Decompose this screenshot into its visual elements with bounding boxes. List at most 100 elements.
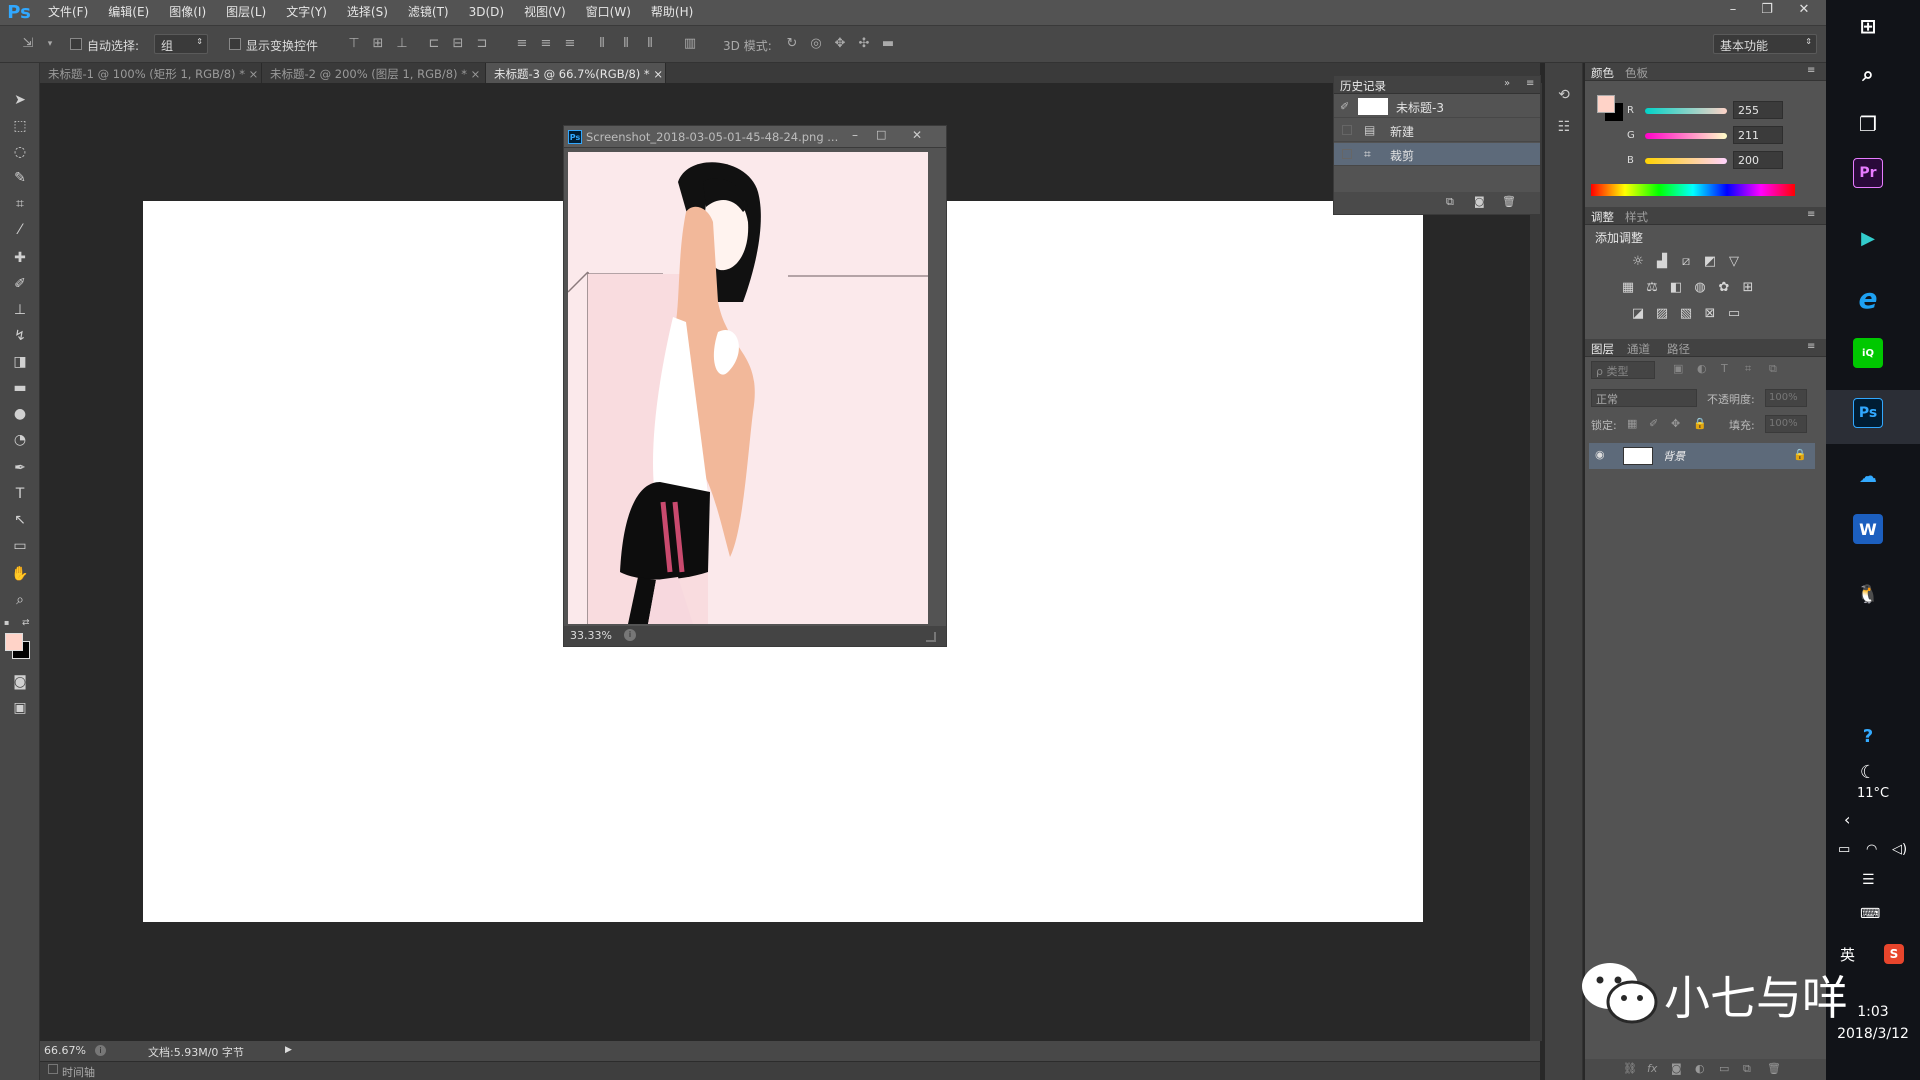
curves-icon[interactable]: ⧄ xyxy=(1677,253,1695,271)
camera-icon[interactable]: ◙ xyxy=(1474,195,1485,208)
levels-icon[interactable]: ▟ xyxy=(1653,253,1671,271)
move-tool-icon[interactable]: ➤ xyxy=(8,89,32,111)
windows-start-icon[interactable]: ⊞ xyxy=(1848,6,1888,46)
dodge-tool-icon[interactable]: ◔ xyxy=(8,429,32,451)
photo-filter-icon[interactable]: ◍ xyxy=(1691,279,1709,297)
filter-shape-icon[interactable]: ⌗ xyxy=(1745,362,1751,376)
invert-icon[interactable]: ◪ xyxy=(1629,305,1647,323)
menu-3d[interactable]: 3D(D) xyxy=(459,0,514,25)
filter-pixel-icon[interactable]: ▣ xyxy=(1673,362,1683,375)
vibrance-icon[interactable]: ▽ xyxy=(1725,253,1743,271)
word-app-icon[interactable]: W xyxy=(1853,514,1883,544)
brightness-icon[interactable]: ☼ xyxy=(1629,253,1647,271)
clock-date[interactable]: 2018/3/12 xyxy=(1826,1026,1920,1042)
photoshop-app-icon[interactable]: Ps xyxy=(1853,398,1883,428)
slide-3d-icon[interactable]: ✣ xyxy=(856,36,872,52)
vertical-scrollbar[interactable] xyxy=(1530,83,1542,1041)
color-balance-icon[interactable]: ⚖ xyxy=(1643,279,1661,297)
wifi-icon[interactable]: ◠ xyxy=(1866,842,1877,857)
search-icon[interactable]: ⌕ xyxy=(1848,54,1888,94)
battery-icon[interactable]: ▭ xyxy=(1838,842,1850,857)
color-spectrum-bar[interactable] xyxy=(1591,184,1795,196)
close-icon[interactable]: × xyxy=(249,67,259,81)
task-view-icon[interactable]: ❐ xyxy=(1848,104,1888,144)
new-layer-icon[interactable]: ⧉ xyxy=(1743,1062,1751,1076)
exposure-icon[interactable]: ◩ xyxy=(1701,253,1719,271)
color-lookup-icon[interactable]: ⊞ xyxy=(1739,279,1757,297)
minimize-button[interactable]: – xyxy=(1716,0,1750,18)
tab-color[interactable]: 颜色 xyxy=(1591,65,1614,81)
eraser-tool-icon[interactable]: ◨ xyxy=(8,351,32,373)
hue-saturation-icon[interactable]: ▦ xyxy=(1619,279,1637,297)
channel-b-value[interactable]: 200 xyxy=(1733,151,1783,169)
opacity-input[interactable]: 100% xyxy=(1765,389,1807,407)
workspace-dropdown[interactable]: 基本功能 ⇕ xyxy=(1713,34,1817,54)
history-source-box[interactable] xyxy=(1342,125,1352,135)
foreground-color-swatch[interactable] xyxy=(5,633,23,651)
weather-temperature[interactable]: 11°C xyxy=(1826,786,1920,801)
close-icon[interactable]: ✕ xyxy=(912,128,928,142)
lasso-tool-icon[interactable]: ◌ xyxy=(8,141,32,163)
eye-icon[interactable]: ◉ xyxy=(1595,448,1605,461)
notification-icon[interactable]: ☰ xyxy=(1862,872,1875,888)
blur-tool-icon[interactable]: ● xyxy=(8,403,32,425)
channel-r-slider[interactable] xyxy=(1645,108,1727,114)
distribute-vcenter-icon[interactable]: ≡ xyxy=(538,36,554,52)
resize-grip-icon[interactable] xyxy=(926,632,936,642)
menu-help[interactable]: 帮助(H) xyxy=(641,0,703,25)
swap-colors-icon[interactable]: ⇄ xyxy=(22,618,32,628)
align-hcenter-icon[interactable]: ⊟ xyxy=(450,36,466,52)
edge-browser-icon[interactable]: e xyxy=(1848,278,1888,318)
new-adjustment-icon[interactable]: ◐ xyxy=(1695,1062,1705,1075)
history-item-new[interactable]: ▤ 新建 xyxy=(1334,119,1540,142)
close-button[interactable]: ✕ xyxy=(1784,0,1824,18)
tab-document-1[interactable]: 未标题-1 @ 100% (矩形 1, RGB/8) * × xyxy=(40,63,262,83)
align-bottom-icon[interactable]: ⊥ xyxy=(394,36,410,52)
posterize-icon[interactable]: ▨ xyxy=(1653,305,1671,323)
tencent-video-icon[interactable]: ▶ xyxy=(1848,218,1888,258)
distribute-top-icon[interactable]: ≡ xyxy=(514,36,530,52)
history-item-crop[interactable]: ⌗ 裁剪 xyxy=(1334,143,1540,166)
distribute-right-icon[interactable]: ⫴ xyxy=(642,36,658,52)
timeline-collapse-icon[interactable] xyxy=(48,1064,58,1074)
zoom-readout[interactable]: 66.67% xyxy=(44,1044,86,1057)
tab-paths[interactable]: 路径 xyxy=(1667,341,1690,357)
maximize-icon[interactable]: □ xyxy=(876,128,892,141)
menu-view[interactable]: 视图(V) xyxy=(514,0,576,25)
history-panel-icon[interactable]: ⟲ xyxy=(1555,87,1573,105)
layer-name[interactable]: 背景 xyxy=(1663,448,1685,464)
menu-filter[interactable]: 滤镜(T) xyxy=(398,0,459,25)
tab-channels[interactable]: 通道 xyxy=(1627,341,1650,357)
marquee-tool-icon[interactable]: ⬚ xyxy=(8,115,32,137)
link-layers-icon[interactable]: ⛓ xyxy=(1623,1062,1637,1075)
pen-tool-icon[interactable]: ✒ xyxy=(8,457,32,479)
align-vcenter-icon[interactable]: ⊞ xyxy=(370,36,386,52)
layer-row-background[interactable]: ◉ 背景 🔒 xyxy=(1589,443,1815,469)
baidu-netdisk-icon[interactable]: ☁ xyxy=(1848,456,1888,496)
panel-menu-icon[interactable]: ≡ xyxy=(1807,341,1815,352)
black-white-icon[interactable]: ◧ xyxy=(1667,279,1685,297)
history-brush-tool-icon[interactable]: ↯ xyxy=(8,325,32,347)
tab-document-3[interactable]: 未标题-3 @ 66.7%(RGB/8) * × xyxy=(486,63,666,83)
menu-window[interactable]: 窗口(W) xyxy=(576,0,641,25)
history-source-box[interactable] xyxy=(1342,149,1352,159)
fill-input[interactable]: 100% xyxy=(1765,415,1807,433)
panel-menu-icon[interactable]: ≡ xyxy=(1807,209,1815,220)
close-icon[interactable]: × xyxy=(471,67,481,81)
hand-tool-icon[interactable]: ✋ xyxy=(8,563,32,585)
chevron-left-icon[interactable]: ‹ xyxy=(1844,810,1850,829)
tab-history[interactable]: 历史记录 xyxy=(1340,78,1386,94)
layer-filter-dropdown[interactable]: ρ 类型 xyxy=(1591,361,1655,379)
channel-mixer-icon[interactable]: ✿ xyxy=(1715,279,1733,297)
tab-document-2[interactable]: 未标题-2 @ 200% (图层 1, RGB/8) * × xyxy=(262,63,486,83)
auto-align-icon[interactable]: ▥ xyxy=(682,36,698,52)
tab-adjustments[interactable]: 调整 xyxy=(1591,209,1614,225)
menu-edit[interactable]: 编辑(E) xyxy=(98,0,159,25)
auto-select-dropdown[interactable]: 组 ⇕ xyxy=(154,34,208,54)
floating-document-window[interactable]: Ps Screenshot_2018-03-05-01-45-48-24.png… xyxy=(563,125,947,647)
brush-tool-icon[interactable]: ✐ xyxy=(8,273,32,295)
lock-all-icon[interactable]: 🔒 xyxy=(1693,417,1707,430)
lock-pixels-icon[interactable]: ✐ xyxy=(1649,417,1658,430)
show-transform-checkbox[interactable] xyxy=(229,38,241,50)
minimize-icon[interactable]: – xyxy=(852,128,868,142)
